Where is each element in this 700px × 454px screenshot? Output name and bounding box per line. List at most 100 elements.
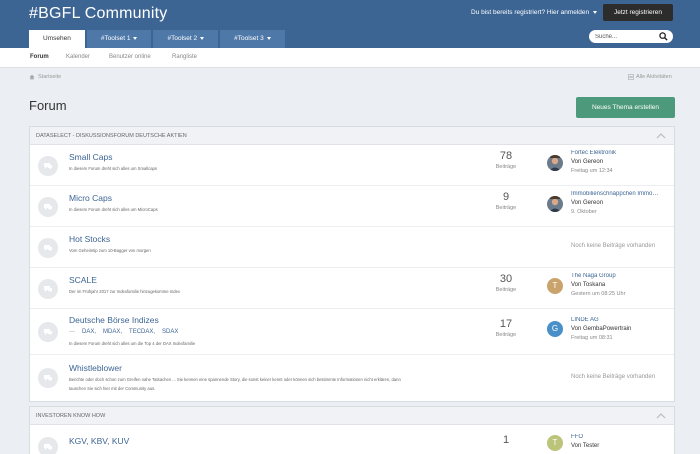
- avatar[interactable]: T: [547, 278, 563, 294]
- forum-description: In diesem Forum dreht sich alles um Smal…: [69, 166, 157, 171]
- forum-title[interactable]: KGV, KBV, KUV: [69, 436, 129, 446]
- forum-title[interactable]: Whistleblower: [69, 363, 122, 373]
- forum-description-line-2: tauschen Sie sich hier mit der Community…: [69, 386, 156, 391]
- chevron-down-icon: [266, 36, 271, 40]
- subnav-benutzer-online[interactable]: Benutzer online: [109, 54, 151, 60]
- last-post-title[interactable]: The Naga Group: [571, 273, 665, 279]
- section-title: INVESTOREN KNOW HOW: [36, 413, 106, 419]
- chevron-up-icon[interactable]: [656, 412, 666, 420]
- forum-title[interactable]: Hot Stocks: [69, 234, 110, 244]
- home-icon: [29, 74, 35, 80]
- forum-read-icon: [38, 238, 58, 258]
- subforum-link[interactable]: DAX,: [82, 329, 96, 335]
- avatar[interactable]: [547, 196, 563, 212]
- tab-label: #Toolset 2: [167, 35, 198, 42]
- post-count-label: Beiträge: [495, 332, 517, 338]
- forum-title[interactable]: Deutsche Börse Indizes: [69, 315, 159, 325]
- subforum-link[interactable]: MDAX,: [103, 329, 122, 335]
- forum-description: Vom Geheimtip zum 10-Bagger von morgen: [69, 248, 151, 253]
- search-box: [589, 30, 673, 43]
- page-title: Forum: [29, 98, 67, 113]
- last-post-title[interactable]: Immobilienschnäppchen Immo…: [571, 191, 665, 197]
- search-input[interactable]: [595, 30, 655, 43]
- forum-description: In diesem Forum dreht sich alles um Micr…: [69, 207, 158, 212]
- last-post-time: Gestern um 08:25 Uhr: [571, 291, 626, 297]
- site-title[interactable]: #BGFL Community: [29, 5, 167, 23]
- subnav-forum[interactable]: Forum: [30, 54, 49, 60]
- section-title: DATASELECT - DISKUSSIONSFORUM DEUTSCHE A…: [36, 133, 187, 139]
- forum-title[interactable]: Small Caps: [69, 152, 112, 162]
- search-icon[interactable]: [659, 32, 668, 41]
- section-header[interactable]: INVESTOREN KNOW HOW: [30, 407, 674, 425]
- post-count: 1: [502, 434, 510, 446]
- forum-row: Micro Caps In diesem Forum dreht sich al…: [30, 186, 674, 227]
- last-post-title[interactable]: FFO: [571, 434, 665, 440]
- post-count: 30: [499, 273, 513, 285]
- tab-umsehen[interactable]: Umsehen: [29, 30, 85, 48]
- avatar[interactable]: G: [547, 321, 563, 337]
- forum-row: KGV, KBV, KUV 1 T FFO Von Tester: [30, 425, 674, 454]
- subnav-rangliste[interactable]: Rangliste: [172, 54, 197, 60]
- avatar-letter: T: [552, 438, 558, 447]
- tab-label: Umsehen: [43, 35, 71, 42]
- no-posts-text: Noch keine Beiträge vorhanden: [571, 374, 656, 380]
- subforum-icon: —: [69, 329, 75, 335]
- forum-row: Small Caps In diesem Forum dreht sich al…: [30, 145, 674, 186]
- forum-title[interactable]: Micro Caps: [69, 193, 112, 203]
- last-post-time: Freitag um 08:31: [571, 335, 613, 341]
- chevron-up-icon[interactable]: [656, 132, 666, 140]
- tab-label: #Toolset 3: [234, 35, 264, 42]
- signin-text: Du bist bereits registriert? Hier anmeld…: [471, 9, 590, 16]
- last-post-time: Freitag um 12:34: [571, 168, 613, 174]
- subforum-list: — DAX, MDAX, TECDAX, SDAX: [69, 329, 178, 335]
- forum-row: Hot Stocks Vom Geheimtip zum 10-Bagger v…: [30, 227, 674, 268]
- post-count: 78: [499, 150, 513, 162]
- post-count-label: Beiträge: [495, 205, 517, 211]
- post-count-label: Beiträge: [495, 164, 517, 170]
- last-post-author[interactable]: Von GembaPowertrain: [571, 326, 631, 332]
- subforum-link[interactable]: TECDAX,: [129, 329, 155, 335]
- tab-toolset-1[interactable]: #Toolset 1: [86, 30, 152, 48]
- forum-title[interactable]: SCALE: [69, 275, 97, 285]
- chevron-down-icon: [200, 36, 205, 40]
- last-post-author[interactable]: Von Gereon: [571, 159, 603, 165]
- forum-read-icon: [38, 322, 58, 342]
- last-post-title[interactable]: LINDE AG: [571, 317, 665, 323]
- rss-icon: [628, 74, 634, 80]
- register-button[interactable]: Jetzt registrieren: [603, 4, 673, 21]
- subnav-kalender[interactable]: Kalender: [66, 54, 90, 60]
- last-post-title[interactable]: Fortec Elektronik: [571, 150, 665, 156]
- forum-row: Whistleblower Berichte oder doch schon z…: [30, 355, 674, 401]
- signin-link[interactable]: Du bist bereits registriert? Hier anmeld…: [471, 9, 598, 16]
- forum-read-icon: [38, 279, 58, 299]
- avatar-letter: T: [552, 281, 558, 290]
- breadcrumb-home[interactable]: Startseite: [38, 74, 61, 80]
- forum-read-icon: [38, 197, 58, 217]
- last-post-author[interactable]: Von Tester: [571, 443, 599, 449]
- forum-read-icon: [38, 368, 58, 388]
- avatar[interactable]: T: [547, 435, 563, 451]
- tab-toolset-3[interactable]: #Toolset 3: [220, 30, 285, 48]
- all-activity-label: Alle Aktivitäten: [636, 74, 672, 80]
- new-topic-button[interactable]: Neues Thema erstellen: [576, 97, 675, 118]
- last-post-author[interactable]: Von Toskana: [571, 282, 605, 288]
- forum-row: SCALE Der im Frühjahr 2017 zur Indexfami…: [30, 268, 674, 309]
- forum-section-dataselect: DATASELECT - DISKUSSIONSFORUM DEUTSCHE A…: [29, 126, 675, 402]
- last-post-time: 9. Oktober: [571, 209, 597, 215]
- last-post-author[interactable]: Von Gereon: [571, 200, 603, 206]
- chevron-down-icon: [593, 10, 598, 14]
- avatar[interactable]: [547, 155, 563, 171]
- subforum-link[interactable]: SDAX: [162, 329, 178, 335]
- no-posts-text: Noch keine Beiträge vorhanden: [571, 243, 656, 249]
- post-count-label: Beiträge: [495, 287, 517, 293]
- breadcrumb: Startseite: [29, 74, 61, 80]
- forum-row: Deutsche Börse Indizes — DAX, MDAX, TECD…: [30, 309, 674, 355]
- forum-section-investoren: INVESTOREN KNOW HOW KGV, KBV, KUV 1 T FF…: [29, 406, 675, 454]
- section-header[interactable]: DATASELECT - DISKUSSIONSFORUM DEUTSCHE A…: [30, 127, 674, 145]
- forum-read-icon: [38, 156, 58, 176]
- forum-description: In diesem Forum dreht sich alles um die …: [69, 341, 196, 346]
- secondary-nav: Forum Kalender Benutzer online Rangliste: [0, 48, 700, 68]
- tab-toolset-2[interactable]: #Toolset 2: [153, 30, 219, 48]
- post-count: 17: [499, 318, 513, 330]
- all-activity-link[interactable]: Alle Aktivitäten: [628, 74, 672, 80]
